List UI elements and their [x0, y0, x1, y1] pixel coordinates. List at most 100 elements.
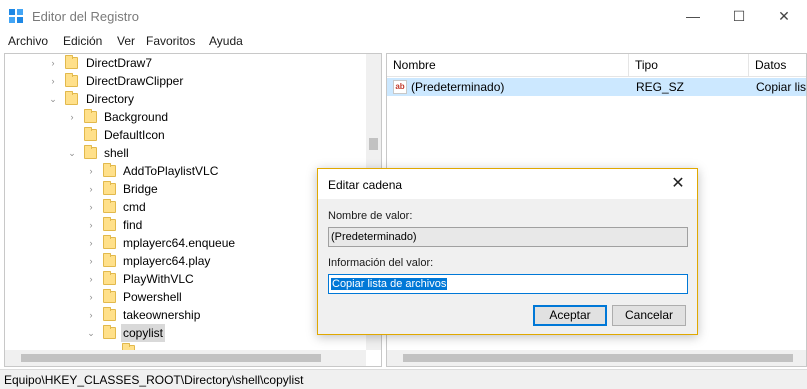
expand-arrow-icon[interactable]: › [86, 252, 96, 270]
menu-favoritos[interactable]: Favoritos [146, 34, 195, 48]
folder-icon [103, 253, 116, 267]
folder-icon [103, 271, 116, 285]
tree-item[interactable]: ⌄ Directory [5, 90, 365, 108]
menu-edicion[interactable]: Edición [63, 34, 102, 48]
tree-item[interactable]: › mplayerc64.play [5, 252, 365, 270]
folder-icon [65, 91, 78, 105]
expand-arrow-icon[interactable]: › [86, 162, 96, 180]
cancel-button[interactable]: Cancelar [612, 305, 686, 326]
folder-icon [84, 145, 97, 159]
tree-item-label: Background [104, 110, 169, 124]
tree-item-label: DefaultIcon [104, 128, 165, 142]
tree-item-label: find [123, 218, 143, 232]
folder-icon [84, 127, 97, 141]
list-row[interactable]: ab (Predeterminado) REG_SZ Copiar lis [387, 78, 807, 96]
collapse-arrow-icon[interactable]: ⌄ [86, 324, 96, 342]
folder-icon [84, 109, 97, 123]
folder-icon [103, 217, 116, 231]
dialog-title-bar: Editar cadena ✕ [318, 169, 697, 199]
tree-item-label: DirectDrawClipper [86, 74, 184, 88]
registry-editor-icon [9, 9, 23, 23]
column-header-tipo[interactable]: Tipo [629, 54, 749, 77]
tree-item[interactable]: › Bridge [5, 180, 365, 198]
scrollbar-thumb[interactable] [369, 138, 378, 150]
menu-archivo[interactable]: Archivo [8, 34, 48, 48]
tree-item[interactable]: › DirectDrawClipper [5, 72, 365, 90]
title-bar: Editor del Registro — ☐ ✕ [0, 0, 807, 32]
tree-item[interactable]: › takeownership [5, 306, 365, 324]
menu-ver[interactable]: Ver [117, 34, 135, 48]
value-data-input[interactable]: Copiar lista de archivos [328, 274, 688, 294]
menu-ayuda[interactable]: Ayuda [209, 34, 243, 48]
string-value-icon: ab [393, 80, 407, 94]
folder-icon [65, 55, 78, 69]
tree-item[interactable]: DefaultIcon [5, 126, 365, 144]
expand-arrow-icon[interactable]: › [48, 72, 58, 90]
tree-item-label: takeownership [123, 308, 201, 322]
tree-item-label: shell [104, 146, 129, 160]
menu-bar: Archivo Edición Ver Favoritos Ayuda [0, 32, 807, 52]
dialog-title: Editar cadena [328, 178, 403, 192]
close-window-button[interactable]: ✕ [761, 0, 807, 32]
folder-icon [103, 181, 116, 195]
tree-item-label: copylist [121, 324, 166, 342]
folder-icon [103, 235, 116, 249]
expand-arrow-icon[interactable]: › [86, 216, 96, 234]
tree-item[interactable]: › mplayerc64.enqueue [5, 234, 365, 252]
tree-horizontal-scrollbar[interactable] [5, 350, 366, 366]
tree-item-label: mplayerc64.enqueue [123, 236, 236, 250]
tree-item[interactable]: › cmd [5, 198, 365, 216]
maximize-button[interactable]: ☐ [716, 0, 762, 32]
folder-icon [103, 199, 116, 213]
expand-arrow-icon[interactable]: › [86, 306, 96, 324]
folder-icon [103, 325, 116, 339]
minimize-button[interactable]: — [670, 0, 716, 32]
list-horizontal-scrollbar[interactable] [387, 350, 806, 366]
value-data-label: Información del valor: [328, 257, 434, 269]
expand-arrow-icon[interactable]: › [86, 180, 96, 198]
tree-item-label: mplayerc64.play [123, 254, 211, 268]
expand-arrow-icon[interactable]: › [48, 54, 58, 72]
scrollbar-thumb[interactable] [21, 354, 321, 362]
tree-item-label: PlayWithVLC [123, 272, 194, 286]
accept-button[interactable]: Aceptar [533, 305, 607, 326]
collapse-arrow-icon[interactable]: ⌄ [67, 144, 77, 162]
column-header-nombre[interactable]: Nombre [387, 54, 629, 77]
tree-item-label: AddToPlaylistVLC [123, 164, 219, 178]
expand-arrow-icon[interactable]: › [86, 198, 96, 216]
tree-item[interactable]: › Powershell [5, 288, 365, 306]
tree-item-label: Powershell [123, 290, 182, 304]
folder-icon [103, 307, 116, 321]
expand-arrow-icon[interactable]: › [86, 270, 96, 288]
tree-item-label: DirectDraw7 [86, 56, 153, 70]
tree-item[interactable]: ⌄ shell [5, 144, 365, 162]
value-name-label: Nombre de valor: [328, 210, 413, 222]
folder-icon [103, 289, 116, 303]
tree-item-label: Bridge [123, 182, 158, 196]
tree-item[interactable]: › PlayWithVLC [5, 270, 365, 288]
tree-item-label: Directory [86, 92, 135, 106]
column-header-datos[interactable]: Datos [749, 54, 806, 77]
value-name-field: (Predeterminado) [328, 227, 688, 247]
expand-arrow-icon[interactable]: › [86, 234, 96, 252]
tree-item[interactable]: › DirectDraw7 [5, 54, 365, 72]
value-data: Copiar lis [756, 80, 807, 94]
tree-item-selected[interactable]: ⌄ copylist [5, 324, 365, 342]
tree-item[interactable]: › find [5, 216, 365, 234]
value-name: (Predeterminado) [411, 80, 505, 94]
value-data-text: Copiar lista de archivos [331, 278, 448, 290]
edit-string-dialog: Editar cadena ✕ Nombre de valor: (Predet… [317, 168, 698, 335]
tree-item[interactable]: › AddToPlaylistVLC [5, 162, 365, 180]
expand-arrow-icon[interactable]: › [86, 288, 96, 306]
folder-icon [103, 163, 116, 177]
scrollbar-thumb[interactable] [403, 354, 793, 362]
registry-path: Equipo\HKEY_CLASSES_ROOT\Directory\shell… [4, 373, 304, 387]
collapse-arrow-icon[interactable]: ⌄ [48, 90, 58, 108]
status-bar: Equipo\HKEY_CLASSES_ROOT\Directory\shell… [0, 369, 807, 389]
dialog-close-button[interactable]: ✕ [663, 173, 693, 195]
window-title: Editor del Registro [32, 9, 139, 24]
expand-arrow-icon[interactable]: › [67, 108, 77, 126]
folder-icon [65, 73, 78, 87]
tree-item[interactable]: › Background [5, 108, 365, 126]
list-header: Nombre Tipo Datos [387, 54, 806, 77]
